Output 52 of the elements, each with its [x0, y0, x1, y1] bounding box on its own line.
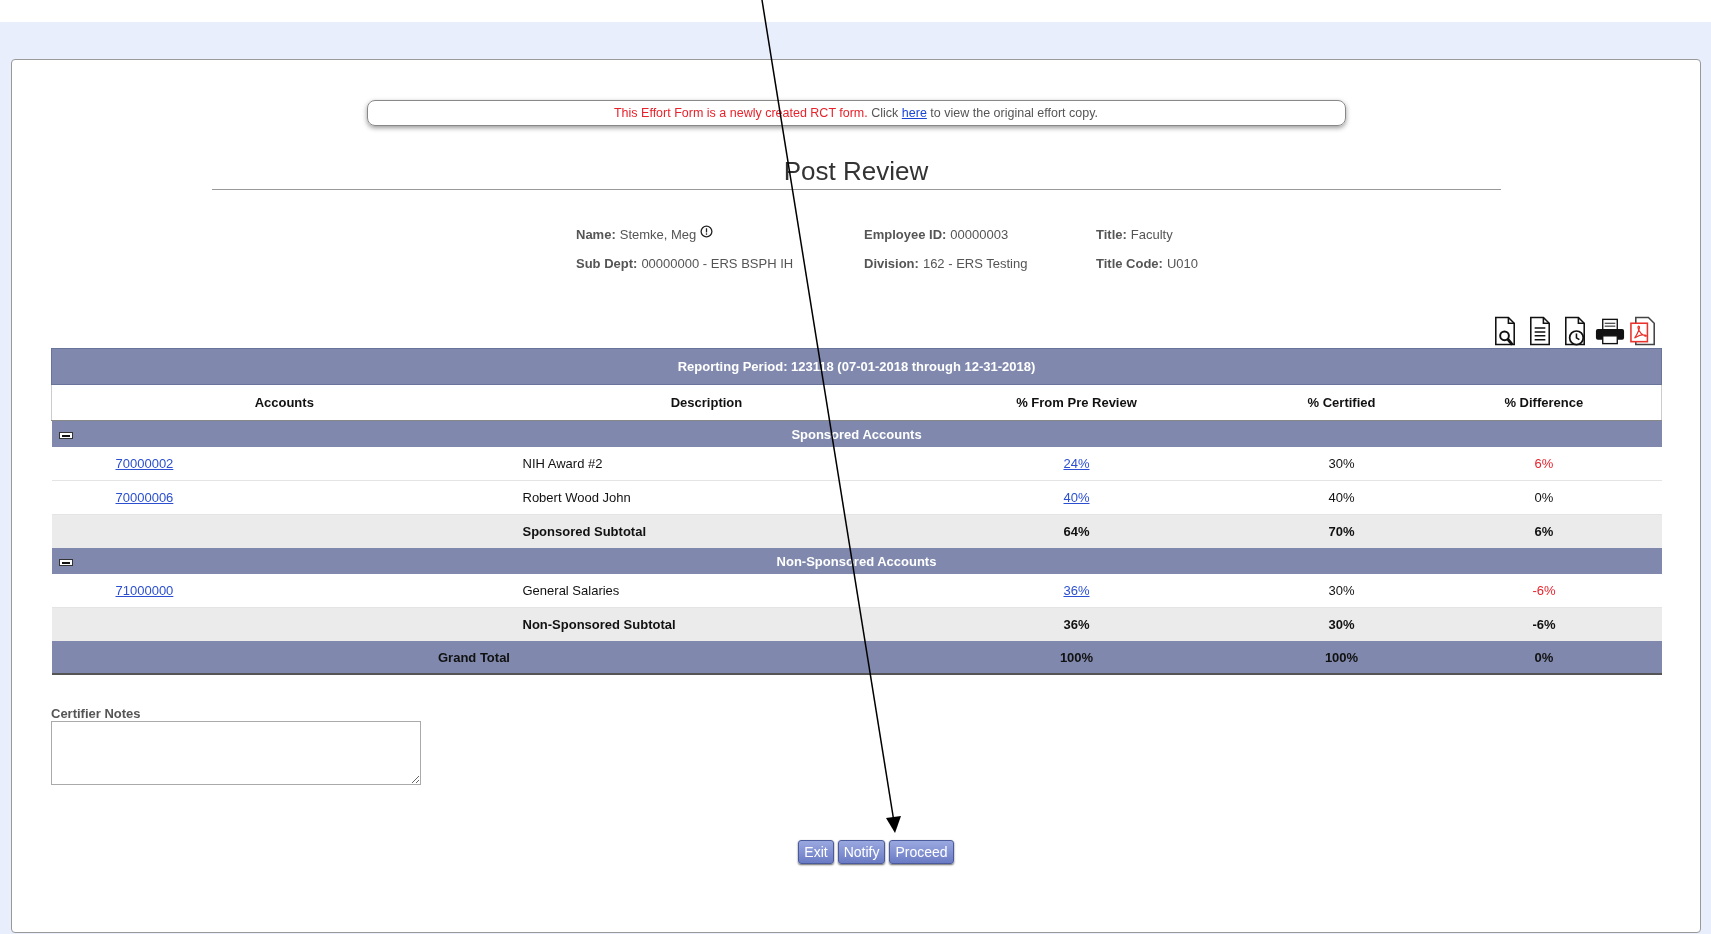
original-copy-link[interactable]: here — [901, 106, 927, 120]
table-cell: 6% — [1426, 514, 1662, 548]
table-cell: 6% — [1426, 447, 1662, 481]
table-cell: Robert Wood John — [516, 480, 897, 515]
column-header: Accounts — [51, 384, 517, 421]
notes-label: Certifier Notes — [51, 706, 142, 721]
info-icon[interactable] — [700, 225, 714, 238]
field-value: Stemke, Meg — [619, 227, 697, 242]
percent-link[interactable]: 36% — [1063, 583, 1090, 598]
collapse-button[interactable] — [58, 559, 73, 566]
column-header: % Difference — [1426, 384, 1662, 421]
table-cell: -6% — [1426, 607, 1662, 641]
account-link[interactable]: 70000002 — [115, 456, 174, 471]
field-value: 00000003 — [950, 227, 1009, 242]
field-label: Title: — [1096, 227, 1127, 242]
field-value: 00000000 - ERS BSPH IH — [641, 256, 794, 271]
table-cell: 100% — [896, 641, 1257, 674]
table-cell: -6% — [1426, 574, 1662, 608]
account-link[interactable]: 70000006 — [115, 490, 174, 505]
table-cell: 64% — [896, 514, 1257, 548]
table-cell: 40% — [1256, 480, 1427, 515]
field-label: Title Code: — [1096, 256, 1163, 271]
field-value: U010 — [1166, 256, 1198, 271]
table-cell: 30% — [1256, 607, 1427, 641]
column-header: % From Pre Review — [896, 384, 1257, 421]
field-value: Faculty — [1130, 227, 1173, 242]
notes-field[interactable] — [51, 721, 421, 785]
grand-total-label: Grand Total — [51, 641, 897, 674]
notice-suffix: to view the original effort copy. — [930, 106, 1098, 120]
table-cell: General Salaries — [516, 574, 897, 608]
percent-link[interactable]: 24% — [1063, 456, 1090, 471]
field-value: 162 - ERS Testing — [922, 256, 1028, 271]
collapse-button[interactable] — [58, 432, 73, 439]
table-cell: 0% — [1426, 480, 1662, 515]
account-link[interactable]: 71000000 — [115, 583, 174, 598]
table-cell: 30% — [1256, 447, 1427, 481]
table-cell: 30% — [1256, 574, 1427, 608]
column-header: Description — [516, 384, 897, 421]
table-cell: 0% — [1426, 641, 1662, 674]
subtotal-label: Non-Sponsored Subtotal — [516, 607, 897, 641]
field-label: Sub Dept: — [576, 256, 638, 271]
field-label: Employee ID: — [864, 227, 947, 242]
field-label: Name: — [576, 227, 616, 242]
subtotal-label: Sponsored Subtotal — [516, 514, 897, 548]
notice-prompt: Click — [871, 106, 899, 120]
percent-link[interactable]: 40% — [1063, 490, 1090, 505]
field-label: Division: — [864, 256, 919, 271]
table-cell: 36% — [896, 607, 1257, 641]
table-cell: 70% — [1256, 514, 1427, 548]
table-cell: 100% — [1256, 641, 1427, 674]
column-header: % Certified — [1256, 384, 1427, 421]
table-cell: NIH Award #2 — [516, 447, 897, 481]
